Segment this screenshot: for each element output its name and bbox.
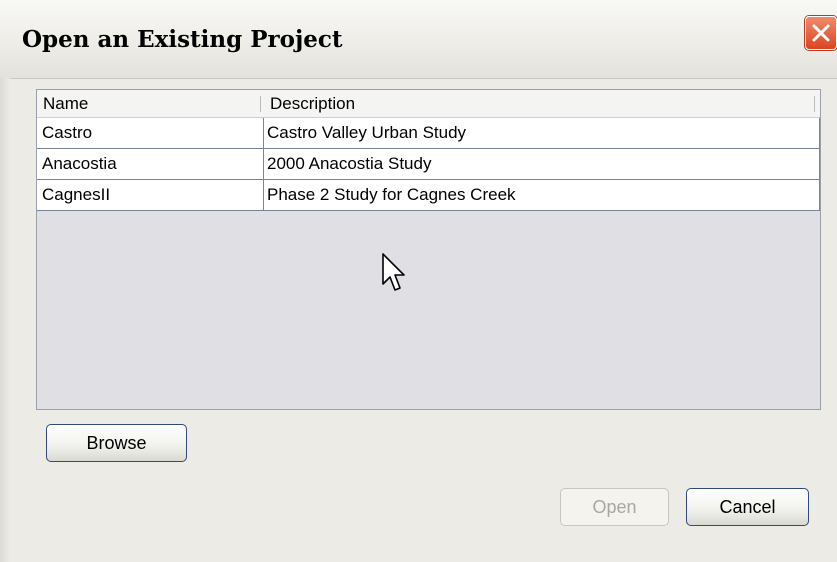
projects-table: Name Description Castro Castro Valley Ur… xyxy=(36,89,821,410)
open-project-dialog: Open an Existing Project Name Descriptio… xyxy=(0,0,837,562)
open-button[interactable]: Open xyxy=(560,488,669,526)
project-name-cell: CagnesII xyxy=(42,185,111,204)
browse-button[interactable]: Browse xyxy=(46,424,187,462)
title-bar[interactable]: Open an Existing Project xyxy=(0,0,837,79)
dialog-title: Open an Existing Project xyxy=(22,26,343,53)
close-button[interactable] xyxy=(805,16,837,50)
table-header: Name Description xyxy=(37,90,820,118)
table-row[interactable]: Castro Castro Valley Urban Study xyxy=(37,118,820,149)
column-divider xyxy=(814,96,815,112)
row-edge xyxy=(819,180,820,210)
window-left-border xyxy=(0,78,10,562)
project-description-cell: Castro Valley Urban Study xyxy=(267,123,467,142)
table-row[interactable]: CagnesII Phase 2 Study for Cagnes Creek xyxy=(37,180,820,211)
cell-divider xyxy=(263,149,264,179)
column-header-description[interactable]: Description xyxy=(270,90,355,117)
column-header-name[interactable]: Name xyxy=(43,90,88,117)
mouse-pointer-icon xyxy=(382,253,405,291)
project-name-cell: Castro xyxy=(42,123,93,142)
row-edge xyxy=(819,118,820,148)
project-description-cell: Phase 2 Study for Cagnes Creek xyxy=(267,185,516,204)
row-edge xyxy=(819,149,820,179)
table-row[interactable]: Anacostia 2000 Anacostia Study xyxy=(37,149,820,180)
column-divider[interactable] xyxy=(260,96,261,112)
cell-divider xyxy=(263,118,264,148)
project-description-cell: 2000 Anacostia Study xyxy=(267,154,432,173)
project-name-cell: Anacostia xyxy=(42,154,117,173)
close-icon xyxy=(812,24,830,42)
cancel-button[interactable]: Cancel xyxy=(686,488,809,526)
cell-divider xyxy=(263,180,264,210)
